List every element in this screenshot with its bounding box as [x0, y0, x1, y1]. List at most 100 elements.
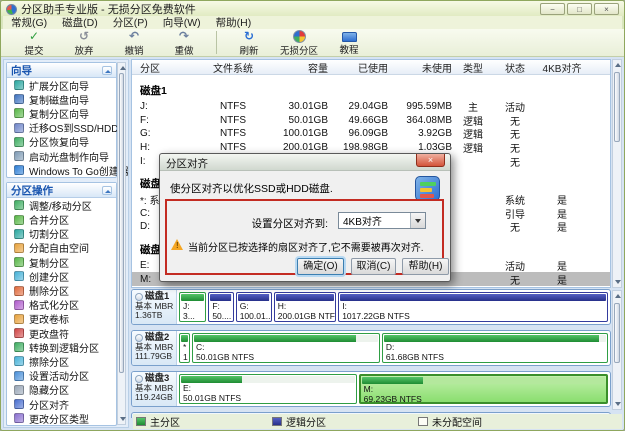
table-row[interactable]: G:NTFS100.01GB96.09GB3.92GB逻辑无: [132, 127, 610, 141]
partition-block-f[interactable]: F:50....: [208, 292, 233, 322]
sidebar-item-label: 擦除分区: [29, 354, 69, 369]
menubar: 常规(G) 磁盘(D) 分区(P) 向导(W) 帮助(H): [1, 16, 624, 29]
scroll-down-icon[interactable]: [615, 402, 621, 406]
toolbar-tutorial-button[interactable]: 教程: [324, 30, 374, 56]
table-scrollbar[interactable]: [612, 59, 622, 288]
graph-scrollbar[interactable]: [612, 290, 622, 410]
partition-block-m[interactable]: M:69.23GB NTFS: [359, 374, 608, 404]
menu-disk[interactable]: 磁盘(D): [61, 15, 99, 30]
copy-partition-icon: [14, 257, 24, 267]
alignment-dropdown[interactable]: 4KB对齐: [338, 212, 426, 229]
sidebar-item-bootable-cd[interactable]: 启动光盘制作向导: [7, 149, 116, 163]
menu-wizard[interactable]: 向导(W): [162, 15, 202, 30]
sidebar-item-partition-recovery[interactable]: 分区恢复向导: [7, 135, 116, 149]
partition-block-h[interactable]: H:200.01GB NTFS: [274, 292, 336, 322]
partition-size: 1017.22GB NTFS: [339, 312, 607, 322]
partition-label: J:: [180, 302, 205, 312]
sidebar-scrollbar[interactable]: [117, 62, 126, 425]
toolbar-label: 重做: [174, 46, 193, 57]
sidebar-item-extend-partition-wizard[interactable]: 扩展分区向导: [7, 78, 116, 92]
scrollbar-thumb[interactable]: [614, 303, 620, 363]
partition-block-sysres[interactable]: *1: [179, 333, 190, 363]
sidebar-panel-header-wizard[interactable]: 向导: [7, 63, 116, 78]
sidebar-item-label: 调整/移动分区: [29, 198, 92, 213]
chevron-down-icon[interactable]: [410, 213, 425, 228]
sidebar-item-copy-partition[interactable]: 复制分区: [7, 255, 116, 269]
scroll-down-icon[interactable]: [615, 280, 621, 284]
table-row[interactable]: F:NTFS50.01GB49.66GB364.08MB逻辑无: [132, 114, 610, 128]
partition-block-j[interactable]: J:3...: [179, 292, 206, 322]
table-row[interactable]: J:NTFS30.01GB29.04GB995.59MB主活动: [132, 100, 610, 114]
collapse-icon[interactable]: [102, 66, 112, 75]
menu-help[interactable]: 帮助(H): [215, 15, 253, 30]
minimize-button[interactable]: −: [540, 3, 565, 15]
partition-block-e[interactable]: E:50.01GB NTFS: [179, 374, 357, 404]
scroll-down-icon[interactable]: [120, 417, 126, 421]
sidebar-item-split[interactable]: 切割分区: [7, 227, 116, 241]
sidebar-item-hide[interactable]: 隐藏分区: [7, 383, 116, 397]
sidebar-item-label: 迁移OS到SSD/HDD: [29, 120, 118, 135]
sidebar-item-delete[interactable]: 删除分区: [7, 283, 116, 297]
toolbar-lossless-button[interactable]: 无损分区: [274, 30, 324, 57]
sidebar-panel-header-operations[interactable]: 分区操作: [7, 183, 116, 198]
partition-size: 69.23GB NTFS: [361, 395, 606, 405]
legend-item: 逻辑分区: [272, 414, 326, 429]
ok-button[interactable]: 确定(O): [297, 258, 344, 275]
partition-block-g[interactable]: G:100.01...: [236, 292, 272, 322]
sidebar-item-label: 扩展分区向导: [29, 78, 89, 93]
warning-text: 当前分区已按选择的扇区对齐了,它不需要被再次对齐.: [188, 239, 424, 254]
sidebar-item-set-active[interactable]: 设置活动分区: [7, 369, 116, 383]
close-button[interactable]: ×: [594, 3, 619, 15]
toolbar-discard-button[interactable]: ↺放弃: [59, 30, 109, 57]
column-header: 容量: [270, 60, 328, 75]
dialog-close-button[interactable]: ×: [416, 154, 445, 167]
scrollbar-thumb[interactable]: [614, 72, 620, 142]
sidebar-item-wipe[interactable]: 擦除分区: [7, 354, 116, 368]
help-button[interactable]: 帮助(H): [402, 258, 449, 275]
menu-partition[interactable]: 分区(P): [112, 15, 149, 30]
toolbar-redo-button[interactable]: ↷重做: [159, 30, 209, 57]
sidebar-item-copy-partition-wizard[interactable]: 复制分区向导: [7, 106, 116, 120]
scroll-up-icon[interactable]: [120, 66, 126, 70]
toolbar-commit-button[interactable]: ✓提交: [9, 30, 59, 57]
sidebar-item-create[interactable]: 创建分区: [7, 269, 116, 283]
sidebar-item-windows-to-go[interactable]: Windows To Go创建器: [7, 163, 116, 177]
cell: NTFS: [196, 128, 270, 139]
cell: F:: [132, 115, 196, 126]
sidebar-item-copy-disk-wizard[interactable]: 复制磁盘向导: [7, 92, 116, 106]
toolbar-refresh-button[interactable]: ↻刷新: [224, 30, 274, 57]
collapse-icon[interactable]: [102, 186, 112, 195]
sidebar-item-change-label[interactable]: 更改卷标: [7, 312, 116, 326]
menu-general[interactable]: 常规(G): [10, 15, 48, 30]
usage-bar: [276, 294, 334, 301]
sidebar-item-migrate-os[interactable]: 迁移OS到SSD/HDD: [7, 121, 116, 135]
scroll-up-icon[interactable]: [615, 63, 621, 67]
column-header: 类型: [452, 60, 494, 75]
cell: NTFS: [196, 115, 270, 126]
cell: 200.01GB: [270, 142, 328, 153]
cancel-button[interactable]: 取消(C): [351, 258, 396, 275]
partition-block-i[interactable]: I:1017.22GB NTFS: [338, 292, 608, 322]
partition-block-c[interactable]: C:50.01GB NTFS: [192, 333, 380, 363]
disk-info[interactable]: 磁盘3基本 MBR119.24GB: [132, 372, 177, 406]
toolbar-undo-button[interactable]: ↶撤销: [109, 30, 159, 57]
sidebar-item-resize-move[interactable]: 调整/移动分区: [7, 198, 116, 212]
extend-partition-wizard-icon: [14, 80, 24, 90]
disk-graph-area: 磁盘1基本 MBR1.36TBJ:3...F:50....G:100.01...…: [131, 289, 611, 411]
sidebar-item-label: 合并分区: [29, 212, 69, 227]
disk-info[interactable]: 磁盘1基本 MBR1.36TB: [132, 290, 177, 324]
sidebar-item-change-type[interactable]: 更改分区类型: [7, 411, 116, 425]
sidebar-item-convert-logical[interactable]: 转换到逻辑分区: [7, 340, 116, 354]
scrollbar-thumb[interactable]: [119, 73, 124, 373]
partition-block-d[interactable]: D:61.68GB NTFS: [382, 333, 608, 363]
merge-partition-icon: [14, 215, 24, 225]
scroll-up-icon[interactable]: [615, 294, 621, 298]
sidebar-item-align[interactable]: 分区对齐: [7, 397, 116, 411]
sidebar-item-format[interactable]: 格式化分区: [7, 298, 116, 312]
sidebar-item-merge[interactable]: 合并分区: [7, 213, 116, 227]
disk-info[interactable]: 磁盘2基本 MBR111.79GB: [132, 331, 177, 365]
maximize-button[interactable]: □: [567, 3, 592, 15]
sidebar-item-change-letter[interactable]: 更改盘符: [7, 326, 116, 340]
sidebar-item-label: 分区恢复向导: [29, 134, 89, 149]
sidebar-item-allocate-free[interactable]: 分配自由空间: [7, 241, 116, 255]
